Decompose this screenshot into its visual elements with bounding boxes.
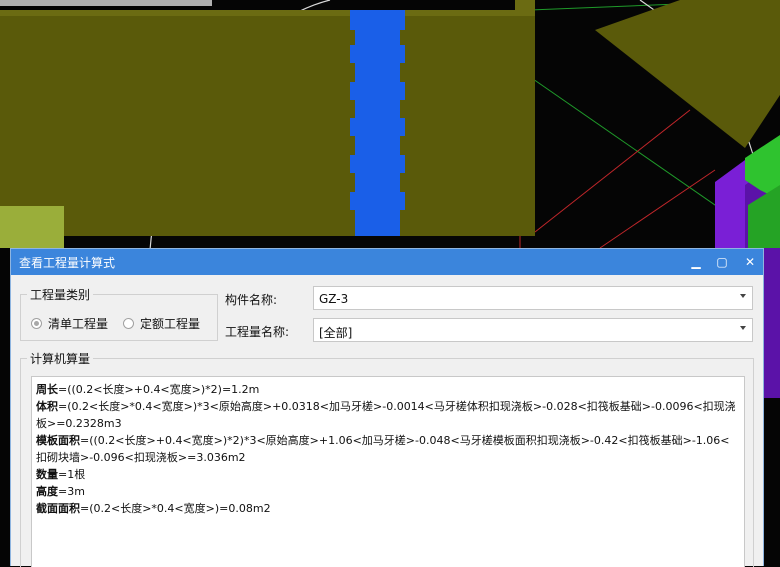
minimize-icon[interactable]: ▁ <box>687 253 705 271</box>
olive-beam-top <box>0 10 535 16</box>
formula-line-volume: 体积=(0.2<长度>*0.4<宽度>)*3<原始高度>+0.0318<加马牙槎… <box>36 400 736 430</box>
formula-line-height: 高度=3m <box>36 485 85 498</box>
dialog-titlebar[interactable]: 查看工程量计算式 ▁ ▢ ✕ <box>11 249 763 275</box>
chevron-down-icon <box>740 294 746 298</box>
formula-line-section-area: 截面面积=(0.2<长度>*0.4<宽度>)=0.08m2 <box>36 502 271 515</box>
maximize-icon[interactable]: ▢ <box>713 253 731 271</box>
radio-unchecked-icon <box>123 318 134 329</box>
computer-calc-legend: 计算机算量 <box>27 350 94 367</box>
quantity-name-value: [全部] <box>319 326 353 340</box>
component-name-select[interactable]: GZ-3 <box>313 286 753 310</box>
radio-bill-quantity[interactable]: 清单工程量 <box>31 315 108 332</box>
radio-checked-icon <box>31 318 42 329</box>
radio-bill-quantity-label: 清单工程量 <box>48 317 109 331</box>
olive-beam <box>0 10 535 236</box>
quantity-type-legend: 工程量类别 <box>27 286 94 303</box>
quantity-name-select[interactable]: [全部] <box>313 318 753 342</box>
formula-line-formwork-area: 模板面积=((0.2<长度>+0.4<宽度>)*2)*3<原始高度>+1.06<… <box>36 434 730 464</box>
quantity-name-label: 工程量名称: <box>225 325 290 339</box>
radio-norm-quantity[interactable]: 定额工程量 <box>123 315 200 332</box>
formula-text-area[interactable]: 周长=((0.2<长度>+0.4<宽度>)*2)=1.2m 体积=(0.2<长度… <box>31 376 745 567</box>
close-icon[interactable]: ✕ <box>741 253 759 271</box>
formula-line-perimeter: 周长=((0.2<长度>+0.4<宽度>)*2)=1.2m <box>36 383 260 396</box>
dialog-title: 查看工程量计算式 <box>19 256 116 270</box>
purple-member-lower <box>764 248 780 398</box>
light-green-slab <box>0 206 64 248</box>
olive-beam-corner <box>515 0 535 16</box>
gray-edge <box>0 0 212 6</box>
component-name-label: 构件名称: <box>225 293 278 307</box>
quantity-formula-dialog: 查看工程量计算式 ▁ ▢ ✕ 工程量类别 清单工程量 定额工程量 构件名称: G… <box>10 248 764 567</box>
chevron-down-icon <box>740 326 746 330</box>
radio-norm-quantity-label: 定额工程量 <box>140 317 201 331</box>
formula-line-count: 数量=1根 <box>36 468 86 481</box>
component-name-value: GZ-3 <box>319 292 349 306</box>
blue-column <box>350 10 405 236</box>
